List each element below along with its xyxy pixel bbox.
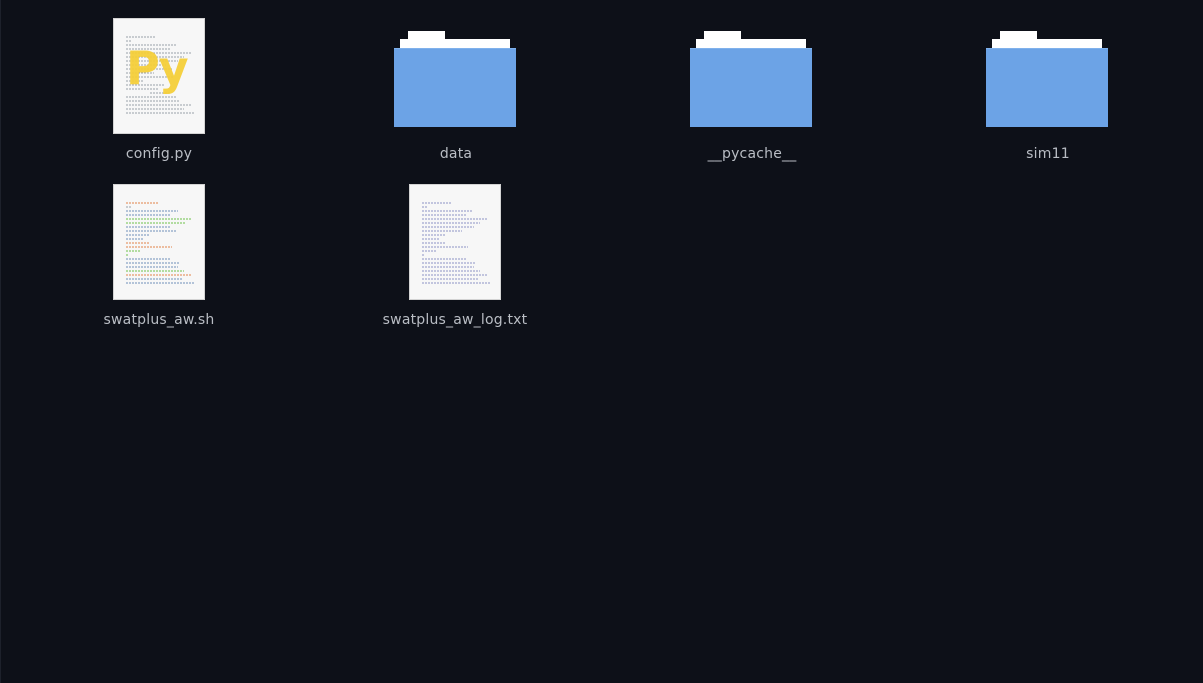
file-item-swatplus-aw-log-txt[interactable]: swatplus_aw_log.txt [355, 176, 555, 336]
folder-item-sim11[interactable]: sim11 [948, 10, 1148, 170]
shell-code-preview [126, 202, 194, 284]
folder-icon [690, 31, 812, 127]
python-badge: Py [126, 41, 189, 95]
folder-icon [986, 31, 1108, 127]
folder-item-pycache[interactable]: __pycache__ [652, 10, 852, 170]
folder-icon [394, 31, 516, 127]
folder-name-label: sim11 [1026, 146, 1070, 162]
file-name-label: swatplus_aw_log.txt [382, 312, 528, 328]
folder-name-label: __pycache__ [707, 146, 797, 162]
shell-script-icon [113, 184, 205, 300]
text-file-icon [409, 184, 501, 300]
folder-item-data[interactable]: data [356, 10, 556, 170]
file-name-label: swatplus_aw.sh [103, 312, 215, 328]
text-content-preview [422, 202, 490, 284]
python-file-icon: Py [113, 18, 205, 134]
file-item-swatplus-aw-sh[interactable]: swatplus_aw.sh [59, 176, 259, 336]
file-browser-view: Py config.py data __pycache__ sim11 swat… [0, 0, 1203, 683]
file-name-label: config.py [125, 146, 193, 162]
file-item-config-py[interactable]: Py config.py [59, 10, 259, 170]
folder-name-label: data [439, 146, 473, 162]
